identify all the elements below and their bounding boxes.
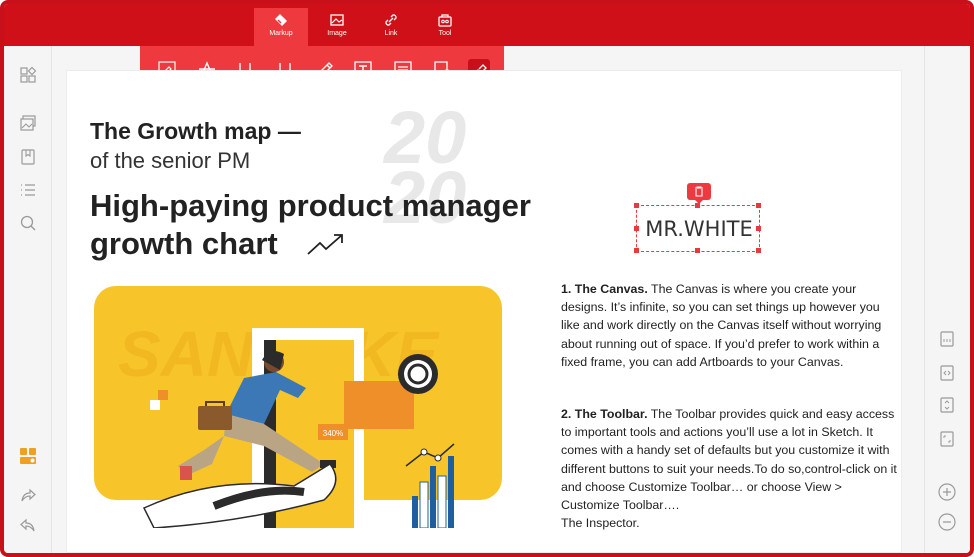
fit-width-icon[interactable] bbox=[938, 364, 956, 382]
section-toolbar: 2. The Toolbar. The Toolbar provides qui… bbox=[561, 405, 901, 532]
resize-handle[interactable] bbox=[756, 226, 761, 231]
section2-body: The Toolbar provides quick and easy acce… bbox=[561, 407, 897, 513]
resize-handle[interactable] bbox=[634, 248, 639, 253]
title-line2: growth chart bbox=[90, 226, 278, 261]
resize-handle[interactable] bbox=[756, 203, 761, 208]
right-sidebar bbox=[924, 46, 970, 553]
tab-markup-label: Markup bbox=[269, 30, 293, 37]
page-title: High-paying product manager growth chart bbox=[90, 187, 531, 263]
outline-list-icon[interactable] bbox=[19, 181, 37, 199]
resize-handle[interactable] bbox=[634, 226, 639, 231]
tab-tool-label: Tool bbox=[438, 30, 452, 37]
tab-image-label: Image bbox=[327, 30, 347, 37]
resize-handle[interactable] bbox=[695, 248, 700, 253]
tab-image[interactable]: Image bbox=[310, 8, 364, 46]
signature-annotation[interactable]: MR.WHITE bbox=[634, 203, 761, 253]
fit-height-icon[interactable] bbox=[938, 396, 956, 414]
bookmark-icon[interactable] bbox=[19, 148, 37, 166]
section2-title: 2. The Toolbar. bbox=[561, 407, 648, 421]
section2-tail: The Inspector. bbox=[561, 516, 640, 531]
trash-icon bbox=[695, 186, 703, 197]
heading-line2: of the senior PM bbox=[90, 148, 251, 173]
section-canvas: 1. The Canvas. The Canvas is where you c… bbox=[561, 280, 901, 371]
redo-icon[interactable] bbox=[19, 486, 37, 504]
tab-tool[interactable]: Tool bbox=[418, 8, 472, 46]
undo-icon[interactable] bbox=[19, 516, 37, 534]
link-icon bbox=[385, 14, 397, 26]
image-icon bbox=[330, 14, 344, 26]
signature-text: MR.WHITE bbox=[645, 217, 753, 241]
app-window: Markup Image Link Tool 20 20 The Growth … bbox=[0, 0, 974, 557]
top-toolbar: Markup Image Link Tool bbox=[4, 4, 970, 46]
growth-badge: 340% bbox=[323, 429, 343, 438]
left-sidebar bbox=[4, 46, 52, 553]
title-line2-row: growth chart bbox=[90, 225, 531, 263]
fit-page-icon[interactable] bbox=[938, 430, 956, 448]
images-icon[interactable] bbox=[19, 114, 37, 132]
page-number-icon[interactable] bbox=[938, 330, 956, 348]
section1-title: 1. The Canvas. bbox=[561, 282, 648, 296]
search-icon[interactable] bbox=[19, 214, 37, 232]
illustration-image: SANJIEKE 340% bbox=[94, 286, 502, 528]
trend-arrow-icon bbox=[307, 234, 343, 255]
thumbnails-icon[interactable] bbox=[19, 66, 37, 84]
tab-markup[interactable]: Markup bbox=[254, 8, 308, 46]
tab-link[interactable]: Link bbox=[364, 8, 418, 46]
resize-handle[interactable] bbox=[756, 248, 761, 253]
resize-handle[interactable] bbox=[634, 203, 639, 208]
resize-handle[interactable] bbox=[695, 203, 700, 208]
markup-icon bbox=[275, 14, 287, 26]
heading-line1: The Growth map — bbox=[90, 118, 301, 144]
delete-annotation-button[interactable] bbox=[687, 183, 711, 204]
tab-link-label: Link bbox=[384, 30, 398, 37]
toolbox-icon bbox=[438, 14, 452, 27]
zoom-out-icon[interactable] bbox=[937, 512, 957, 532]
title-line1: High-paying product manager bbox=[90, 188, 531, 223]
zoom-in-icon[interactable] bbox=[937, 482, 957, 502]
apps-icon[interactable] bbox=[18, 446, 38, 466]
